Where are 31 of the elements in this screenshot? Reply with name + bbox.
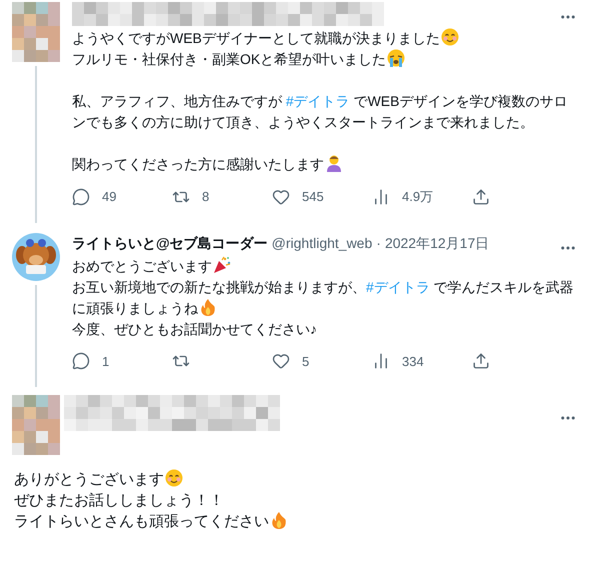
author-handle[interactable]: @rightlight_web [272, 232, 372, 254]
party-popper-icon [213, 256, 231, 274]
action-count: 4.9万 [402, 188, 434, 206]
tweet-text: ありがとうございます ぜひまたお話ししましょう！！ ライトらいとさんも頑張ってください [14, 469, 560, 532]
tweet-text: ようやくですがWEBデザイナーとして就職が決まりました フルリモ・社保付き・副業OKと希望が叶いました [72, 28, 577, 70]
fire-icon [270, 511, 288, 529]
share-icon[interactable] [472, 188, 490, 206]
share-icon[interactable] [472, 352, 490, 370]
author-name[interactable]: ライトらいと@セブ島コーダー [72, 232, 268, 254]
smiling-face-icon [440, 28, 459, 46]
views-icon[interactable] [372, 188, 390, 206]
reply-icon[interactable] [72, 352, 90, 370]
tweet-text: 私、アラフィフ、地方住みですが #デイトラ でWEBデザインを学び複数のサロンでも多くの方に助けて頂き、ようやくスタートラインまで来れました。 [72, 92, 568, 132]
crying-face-icon [387, 49, 406, 67]
tweet-text: 関わってくださった方に感謝いたします [72, 154, 577, 175]
fire-icon [199, 298, 217, 316]
action-count: 49 [102, 188, 116, 206]
like-icon[interactable] [272, 188, 290, 206]
separator-dot: · [376, 234, 381, 252]
like-icon[interactable] [272, 352, 290, 370]
action-count: 334 [402, 352, 424, 370]
action-count: 545 [302, 188, 324, 206]
tweet-date[interactable]: 2022年12月17日 [384, 232, 490, 254]
reply-icon[interactable] [72, 188, 90, 206]
tweet-text: おめでとうございます お互い新境地での新たな挑戦が始まりますが、#デイトラ で学んだスキルを武器に頑張りましょうね 今度、ぜひともお話聞かせてください♪ [72, 256, 575, 338]
person-icon [325, 154, 343, 172]
views-icon[interactable] [372, 352, 390, 370]
action-count: 5 [302, 352, 310, 370]
action-count: 1 [102, 352, 110, 370]
smiling-face-icon [165, 469, 183, 487]
action-count: 8 [202, 188, 210, 206]
